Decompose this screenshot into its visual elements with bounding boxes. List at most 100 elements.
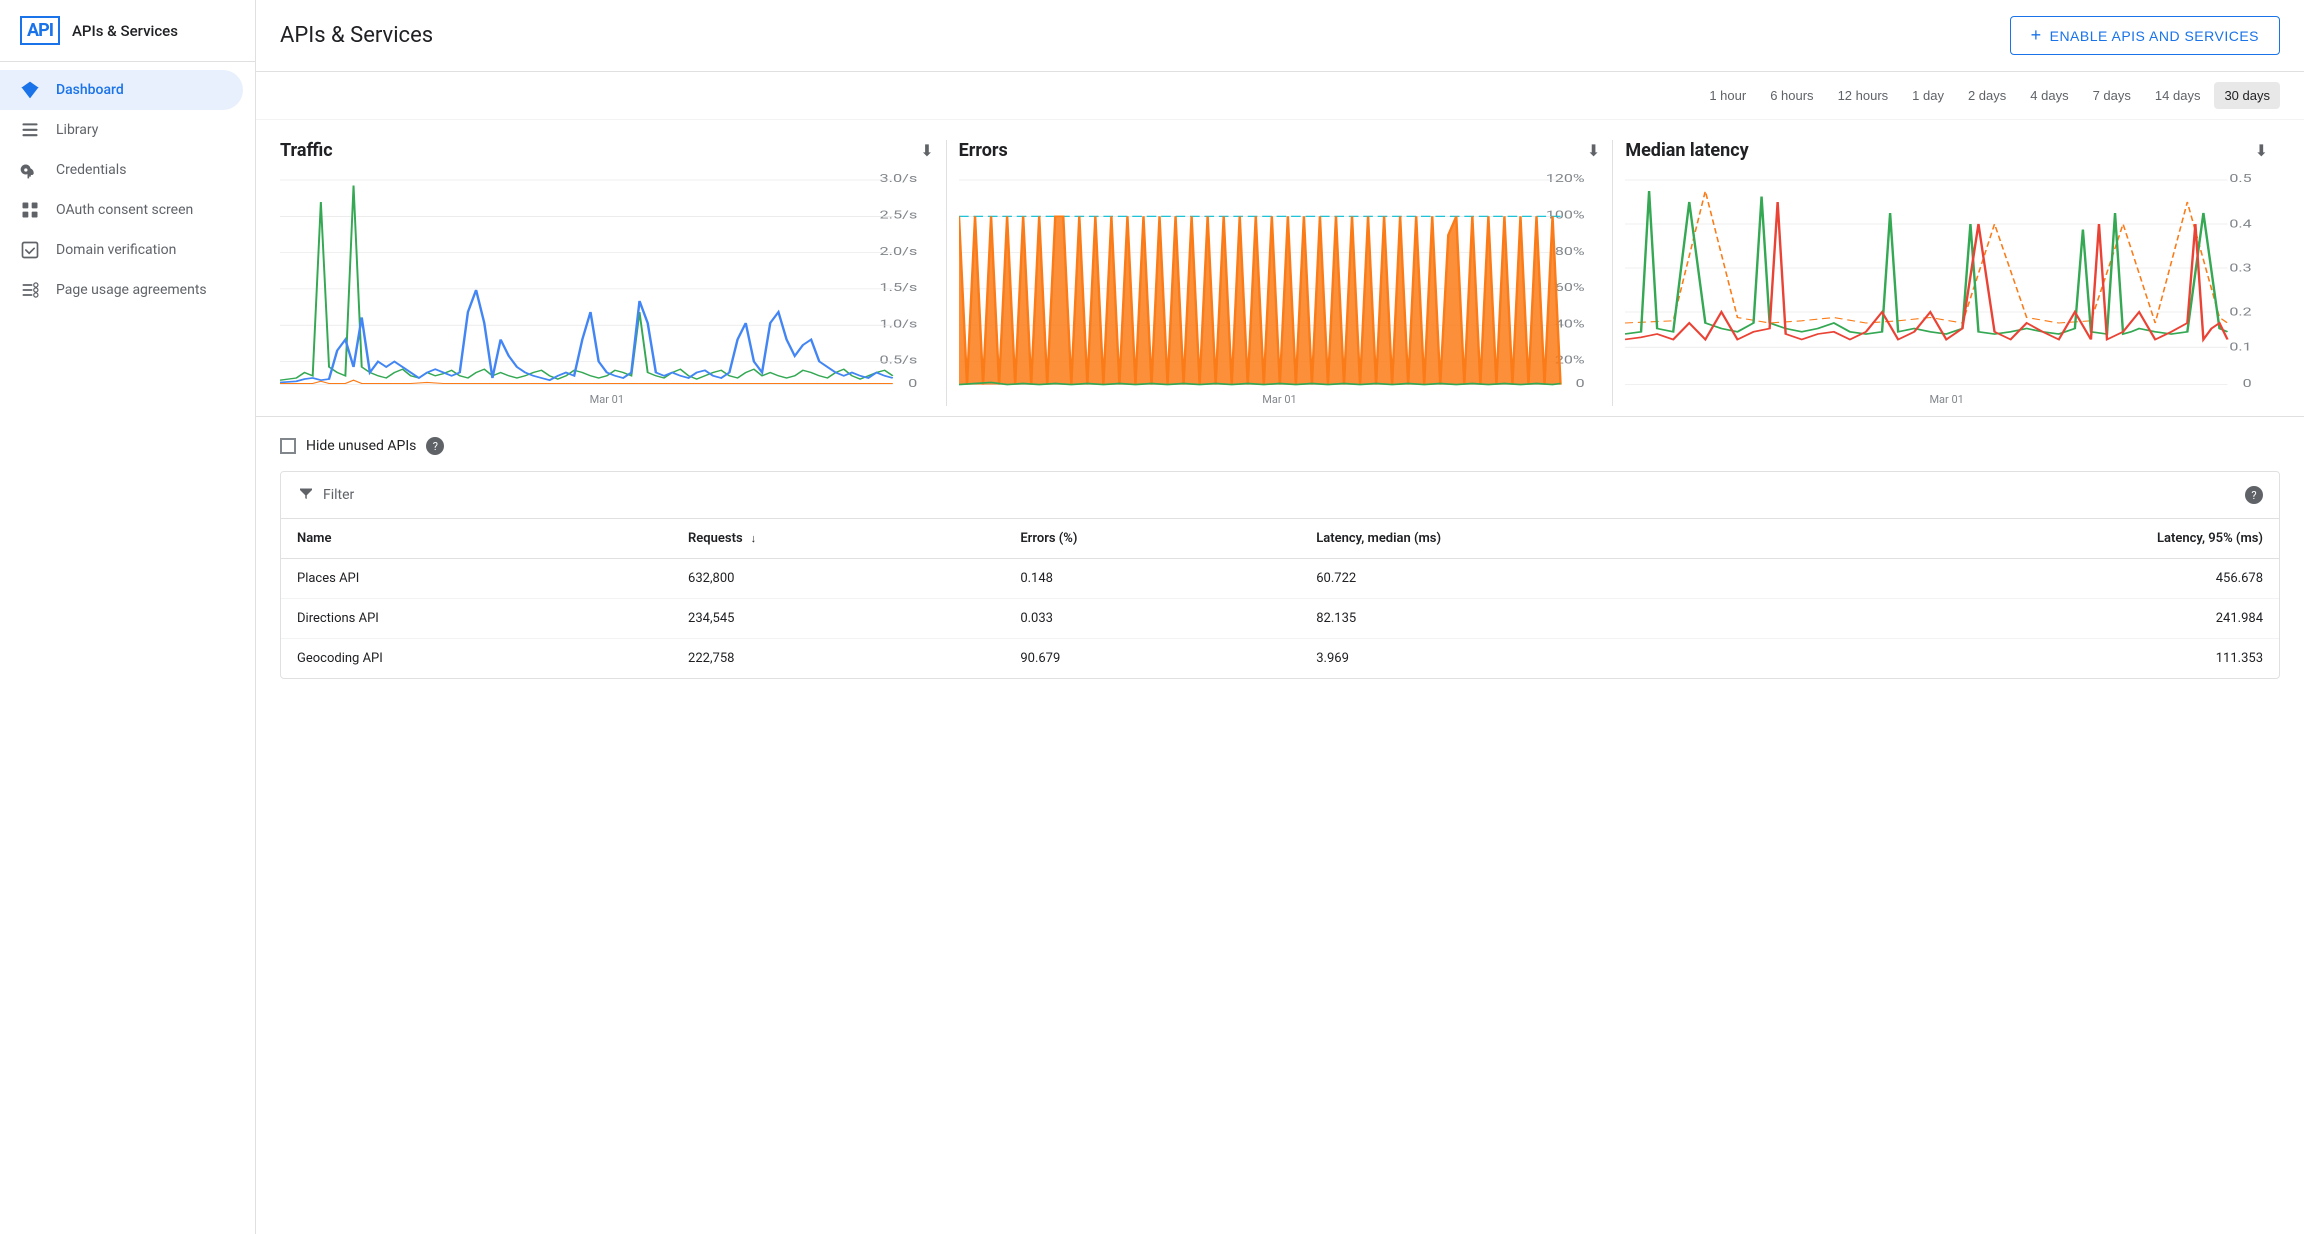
svg-text:0.4: 0.4 — [2230, 218, 2253, 231]
traffic-chart-container: Traffic ⬇ 3.0/s 2.5/s 2.0/s 1.5/s 1.0/s … — [280, 140, 947, 406]
api-table-wrapper: Filter ? Name Requests ↓ — [280, 471, 2280, 679]
time-btn-7d[interactable]: 7 days — [2083, 82, 2141, 109]
hide-unused-label: Hide unused APIs — [306, 438, 416, 454]
svg-text:80%: 80% — [1555, 245, 1585, 258]
grid-icon — [20, 200, 40, 220]
col-latency-95: Latency, 95% (ms) — [1821, 519, 2279, 559]
sidebar-item-library[interactable]: Library — [0, 110, 243, 150]
svg-text:120%: 120% — [1545, 173, 1584, 186]
svg-text:0.5/s: 0.5/s — [880, 354, 918, 367]
hide-unused-help-icon[interactable]: ? — [426, 437, 444, 455]
latency-chart-area: 0.5 0.4 0.3 0.2 0.1 0 — [1625, 169, 2268, 389]
cell-latency-95-places: 456.678 — [1821, 559, 2279, 599]
cell-latency-med-places: 60.722 — [1300, 559, 1821, 599]
errors-download-icon[interactable]: ⬇ — [1587, 141, 1600, 160]
table-toolbar: Filter ? — [281, 472, 2279, 519]
svg-text:2.5/s: 2.5/s — [880, 209, 918, 222]
traffic-chart-area: 3.0/s 2.5/s 2.0/s 1.5/s 1.0/s 0.5/s 0 — [280, 169, 934, 389]
sidebar-item-credentials[interactable]: Credentials — [0, 150, 243, 190]
cell-name-places[interactable]: Places API — [281, 559, 672, 599]
traffic-chart-header: Traffic ⬇ — [280, 140, 934, 161]
table-header-row: Name Requests ↓ Errors (%) Latency, medi… — [281, 519, 2279, 559]
hide-unused-row: Hide unused APIs ? — [280, 437, 2280, 455]
errors-x-label: Mar 01 — [959, 393, 1601, 406]
checkbox-icon — [20, 240, 40, 260]
filter-row: Filter — [297, 484, 354, 506]
table-row: Directions API 234,545 0.033 82.135 241.… — [281, 599, 2279, 639]
cell-latency-med-geocoding: 3.969 — [1300, 639, 1821, 679]
svg-text:0: 0 — [2243, 377, 2252, 389]
sidebar-item-dashboard[interactable]: Dashboard — [0, 70, 243, 110]
time-btn-6h[interactable]: 6 hours — [1760, 82, 1823, 109]
plus-icon: + — [2031, 25, 2042, 46]
errors-chart-header: Errors ⬇ — [959, 140, 1601, 161]
time-btn-12h[interactable]: 12 hours — [1828, 82, 1899, 109]
col-errors: Errors (%) — [1004, 519, 1300, 559]
table-help-icon[interactable]: ? — [2245, 486, 2263, 504]
col-requests[interactable]: Requests ↓ — [672, 519, 1004, 559]
sidebar-item-library-label: Library — [56, 122, 98, 138]
svg-text:3.0/s: 3.0/s — [880, 173, 918, 186]
sidebar-nav: Dashboard Library Credentials — [0, 62, 255, 318]
bars-icon — [20, 120, 40, 140]
cell-latency-med-directions: 82.135 — [1300, 599, 1821, 639]
table-row: Geocoding API 222,758 90.679 3.969 111.3… — [281, 639, 2279, 679]
errors-chart-area: 120% 100% 80% 60% 40% 20% 0 — [959, 169, 1601, 389]
main-content: APIs & Services + ENABLE APIS AND SERVIC… — [256, 0, 2304, 1234]
traffic-download-icon[interactable]: ⬇ — [920, 141, 933, 160]
cell-requests-places: 632,800 — [672, 559, 1004, 599]
cell-latency-95-geocoding: 111.353 — [1821, 639, 2279, 679]
sidebar-item-dashboard-label: Dashboard — [56, 82, 124, 98]
cell-latency-95-directions: 241.984 — [1821, 599, 2279, 639]
errors-chart-container: Errors ⬇ 120% 100% 80% 60% 40% 20% 0 — [947, 140, 1614, 406]
time-btn-1h[interactable]: 1 hour — [1699, 82, 1756, 109]
latency-chart-container: Median latency ⬇ 0.5 0.4 0.3 0.2 0.1 0 — [1613, 140, 2280, 406]
time-btn-1d[interactable]: 1 day — [1902, 82, 1954, 109]
main-header: APIs & Services + ENABLE APIS AND SERVIC… — [256, 0, 2304, 72]
sidebar-title: APIs & Services — [72, 22, 178, 40]
enable-apis-button[interactable]: + ENABLE APIS AND SERVICES — [2010, 16, 2280, 55]
svg-text:60%: 60% — [1555, 282, 1585, 295]
charts-section: Traffic ⬇ 3.0/s 2.5/s 2.0/s 1.5/s 1.0/s … — [256, 120, 2304, 417]
time-btn-4d[interactable]: 4 days — [2020, 82, 2078, 109]
sidebar-header: API APIs & Services — [0, 0, 255, 62]
key-icon — [20, 160, 40, 180]
cell-errors-directions: 0.033 — [1004, 599, 1300, 639]
cell-requests-directions: 234,545 — [672, 599, 1004, 639]
cell-requests-geocoding: 222,758 — [672, 639, 1004, 679]
time-btn-14d[interactable]: 14 days — [2145, 82, 2211, 109]
latency-chart-header: Median latency ⬇ — [1625, 140, 2268, 161]
sidebar-item-domain[interactable]: Domain verification — [0, 230, 243, 270]
time-btn-2d[interactable]: 2 days — [1958, 82, 2016, 109]
time-range-bar: 1 hour 6 hours 12 hours 1 day 2 days 4 d… — [256, 72, 2304, 120]
svg-text:0.1: 0.1 — [2230, 341, 2252, 354]
svg-text:0: 0 — [1575, 377, 1584, 389]
traffic-x-label: Mar 01 — [280, 393, 934, 406]
sidebar-item-oauth[interactable]: OAuth consent screen — [0, 190, 243, 230]
hide-unused-checkbox[interactable] — [280, 438, 296, 454]
filter-icon — [297, 484, 315, 506]
svg-text:2.0/s: 2.0/s — [880, 245, 918, 258]
errors-chart-title: Errors — [959, 140, 1008, 161]
sidebar-item-page-usage[interactable]: Page usage agreements — [0, 270, 243, 310]
svg-text:0: 0 — [908, 377, 917, 389]
sidebar-item-domain-label: Domain verification — [56, 242, 176, 258]
latency-download-icon[interactable]: ⬇ — [2255, 141, 2268, 160]
diamond-icon — [20, 80, 40, 100]
latency-x-label: Mar 01 — [1625, 393, 2268, 406]
cell-errors-places: 0.148 — [1004, 559, 1300, 599]
cell-name-geocoding[interactable]: Geocoding API — [281, 639, 672, 679]
latency-chart-title: Median latency — [1625, 140, 1748, 161]
svg-text:0.2: 0.2 — [2230, 306, 2253, 319]
bottom-section: Hide unused APIs ? Filter ? — [256, 417, 2304, 699]
page-title: APIs & Services — [280, 23, 1994, 48]
filter-label[interactable]: Filter — [323, 487, 354, 503]
cell-name-directions[interactable]: Directions API — [281, 599, 672, 639]
svg-text:1.5/s: 1.5/s — [880, 282, 918, 295]
traffic-chart-title: Traffic — [280, 140, 333, 161]
sidebar-item-page-usage-label: Page usage agreements — [56, 282, 207, 298]
cell-errors-geocoding: 90.679 — [1004, 639, 1300, 679]
sidebar-item-oauth-label: OAuth consent screen — [56, 202, 193, 218]
time-btn-30d[interactable]: 30 days — [2214, 82, 2280, 109]
api-table: Name Requests ↓ Errors (%) Latency, medi… — [281, 519, 2279, 678]
